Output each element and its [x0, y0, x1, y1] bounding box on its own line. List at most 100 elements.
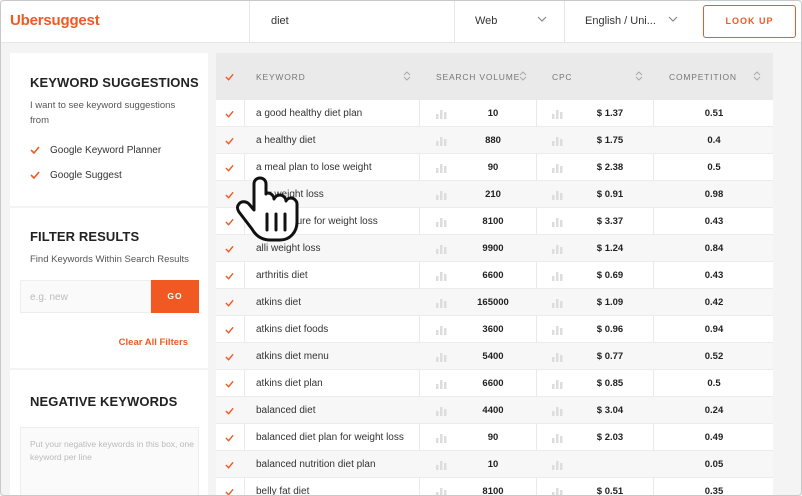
bar-chart-icon[interactable]	[552, 297, 563, 308]
bar-chart-icon[interactable]	[552, 459, 563, 470]
table-row[interactable]: atkins diet foods 3600 $ 0.96 0.94	[216, 316, 773, 343]
keyword-cell[interactable]: alli weight loss	[256, 243, 320, 254]
row-checkbox[interactable]	[225, 218, 234, 226]
keyword-cell[interactable]: atkins diet menu	[256, 351, 329, 362]
bar-chart-icon[interactable]	[552, 189, 563, 200]
row-checkbox[interactable]	[225, 326, 234, 334]
bar-chart-icon[interactable]	[552, 486, 563, 496]
look-up-button[interactable]: LOOK UP	[703, 5, 796, 38]
bar-chart-icon[interactable]	[552, 162, 563, 173]
bar-chart-icon[interactable]	[436, 324, 447, 335]
table-row[interactable]: balanced diet 4400 $ 3.04 0.24	[216, 397, 773, 424]
keyword-cell[interactable]: belly fat diet	[256, 486, 309, 495]
keyword-search-input[interactable]: diet	[249, 1, 454, 43]
bar-chart-icon[interactable]	[552, 216, 563, 227]
option-google-keyword-planner[interactable]: Google Keyword Planner	[30, 145, 161, 156]
competition-cell: 0.52	[704, 351, 724, 362]
row-checkbox[interactable]	[225, 191, 234, 199]
bar-chart-icon[interactable]	[436, 297, 447, 308]
table-row[interactable]: a good healthy diet plan 10 $ 1.37 0.51	[216, 100, 773, 127]
keyword-cell[interactable]: balanced nutrition diet plan	[256, 459, 376, 470]
table-header: KEYWORD SEARCH VOLUME CPC COMPETITION	[216, 53, 773, 100]
row-checkbox[interactable]	[225, 380, 234, 388]
bar-chart-icon[interactable]	[552, 351, 563, 362]
row-checkbox[interactable]	[225, 137, 234, 145]
panel-title: KEYWORD SUGGESTIONS	[30, 75, 199, 90]
bar-chart-icon[interactable]	[552, 405, 563, 416]
bar-chart-icon[interactable]	[552, 270, 563, 281]
row-checkbox[interactable]	[225, 434, 234, 442]
search-type-select[interactable]: Web	[454, 1, 564, 43]
keyword-cell[interactable]: balanced diet	[256, 405, 316, 416]
bar-chart-icon[interactable]	[436, 405, 447, 416]
bar-chart-icon[interactable]	[552, 378, 563, 389]
bar-chart-icon[interactable]	[436, 189, 447, 200]
sort-icon[interactable]	[519, 70, 527, 82]
row-checkbox[interactable]	[225, 164, 234, 172]
table-row[interactable]: balanced nutrition diet plan 10 0.05	[216, 451, 773, 478]
keyword-cell[interactable]: atkins diet foods	[256, 324, 328, 335]
bar-chart-icon[interactable]	[436, 432, 447, 443]
bar-chart-icon[interactable]	[436, 162, 447, 173]
row-checkbox[interactable]	[225, 488, 234, 496]
bar-chart-icon[interactable]	[552, 324, 563, 335]
keyword-cell[interactable]: atkins diet	[256, 297, 301, 308]
bar-chart-icon[interactable]	[436, 351, 447, 362]
bar-chart-icon[interactable]	[436, 270, 447, 281]
keyword-cell[interactable]: a meal plan to lose weight	[256, 162, 372, 173]
row-checkbox[interactable]	[225, 461, 234, 469]
negative-keywords-textarea[interactable]: Put your negative keywords in this box, …	[20, 427, 199, 495]
row-checkbox[interactable]	[225, 407, 234, 415]
sort-icon[interactable]	[753, 70, 761, 82]
bar-chart-icon[interactable]	[436, 459, 447, 470]
bar-chart-icon[interactable]	[436, 486, 447, 496]
keyword-cell[interactable]: arthritis diet	[256, 270, 308, 281]
bar-chart-icon[interactable]	[436, 108, 447, 119]
bar-chart-icon[interactable]	[552, 108, 563, 119]
bar-chart-icon[interactable]	[436, 216, 447, 227]
table-row[interactable]: a healthy diet 880 $ 1.75 0.4	[216, 127, 773, 154]
header-competition[interactable]: COMPETITION	[669, 72, 737, 82]
sort-icon[interactable]	[635, 70, 643, 82]
bar-chart-icon[interactable]	[436, 135, 447, 146]
row-checkbox[interactable]	[225, 299, 234, 307]
logo[interactable]: Ubersuggest	[10, 12, 100, 29]
clear-all-filters-link[interactable]: Clear All Filters	[119, 337, 188, 348]
option-google-suggest[interactable]: Google Suggest	[30, 170, 122, 181]
language-select[interactable]: English / Uni...	[564, 1, 695, 43]
bar-chart-icon[interactable]	[436, 243, 447, 254]
keyword-cell[interactable]: a healthy diet	[256, 135, 316, 146]
row-checkbox[interactable]	[225, 110, 234, 118]
bar-chart-icon[interactable]	[552, 243, 563, 254]
panel-subtitle: I want to see keyword suggestions from	[30, 100, 176, 126]
table-row[interactable]: arthritis diet 6600 $ 0.69 0.43	[216, 262, 773, 289]
keyword-suggestions-panel: KEYWORD SUGGESTIONS I want to see keywor…	[10, 53, 208, 206]
table-row[interactable]: atkins diet 165000 $ 1.09 0.42	[216, 289, 773, 316]
cpc-cell: $ 2.03	[596, 432, 624, 443]
row-checkbox[interactable]	[225, 245, 234, 253]
row-checkbox[interactable]	[225, 353, 234, 361]
header-search-volume[interactable]: SEARCH VOLUME	[436, 72, 520, 82]
option-label: Google Keyword Planner	[50, 145, 162, 156]
table-row[interactable]: atkins diet plan 6600 $ 0.85 0.5	[216, 370, 773, 397]
keyword-cell[interactable]: balanced diet plan for weight loss	[256, 432, 404, 443]
select-all-checkbox[interactable]	[225, 73, 234, 81]
header-keyword[interactable]: KEYWORD	[256, 72, 306, 82]
go-button[interactable]: GO	[151, 280, 199, 313]
cpc-cell: $ 0.69	[596, 270, 624, 281]
cpc-cell: $ 1.09	[596, 297, 624, 308]
bar-chart-icon[interactable]	[552, 135, 563, 146]
table-row[interactable]: balanced diet plan for weight loss 90 $ 2.…	[216, 424, 773, 451]
negative-keywords-panel: NEGATIVE KEYWORDS Put your negative keyw…	[10, 370, 208, 495]
filter-input[interactable]: e.g. new	[20, 280, 151, 313]
table-row[interactable]: atkins diet menu 5400 $ 0.77 0.52	[216, 343, 773, 370]
sort-icon[interactable]	[403, 70, 411, 82]
keyword-cell[interactable]: a good healthy diet plan	[256, 108, 362, 119]
search-volume-cell: 5400	[482, 351, 504, 362]
bar-chart-icon[interactable]	[552, 432, 563, 443]
header-cpc[interactable]: CPC	[552, 72, 572, 82]
bar-chart-icon[interactable]	[436, 378, 447, 389]
row-checkbox[interactable]	[225, 272, 234, 280]
keyword-cell[interactable]: atkins diet plan	[256, 378, 323, 389]
table-row[interactable]: belly fat diet 8100 $ 0.51 0.35	[216, 478, 773, 496]
